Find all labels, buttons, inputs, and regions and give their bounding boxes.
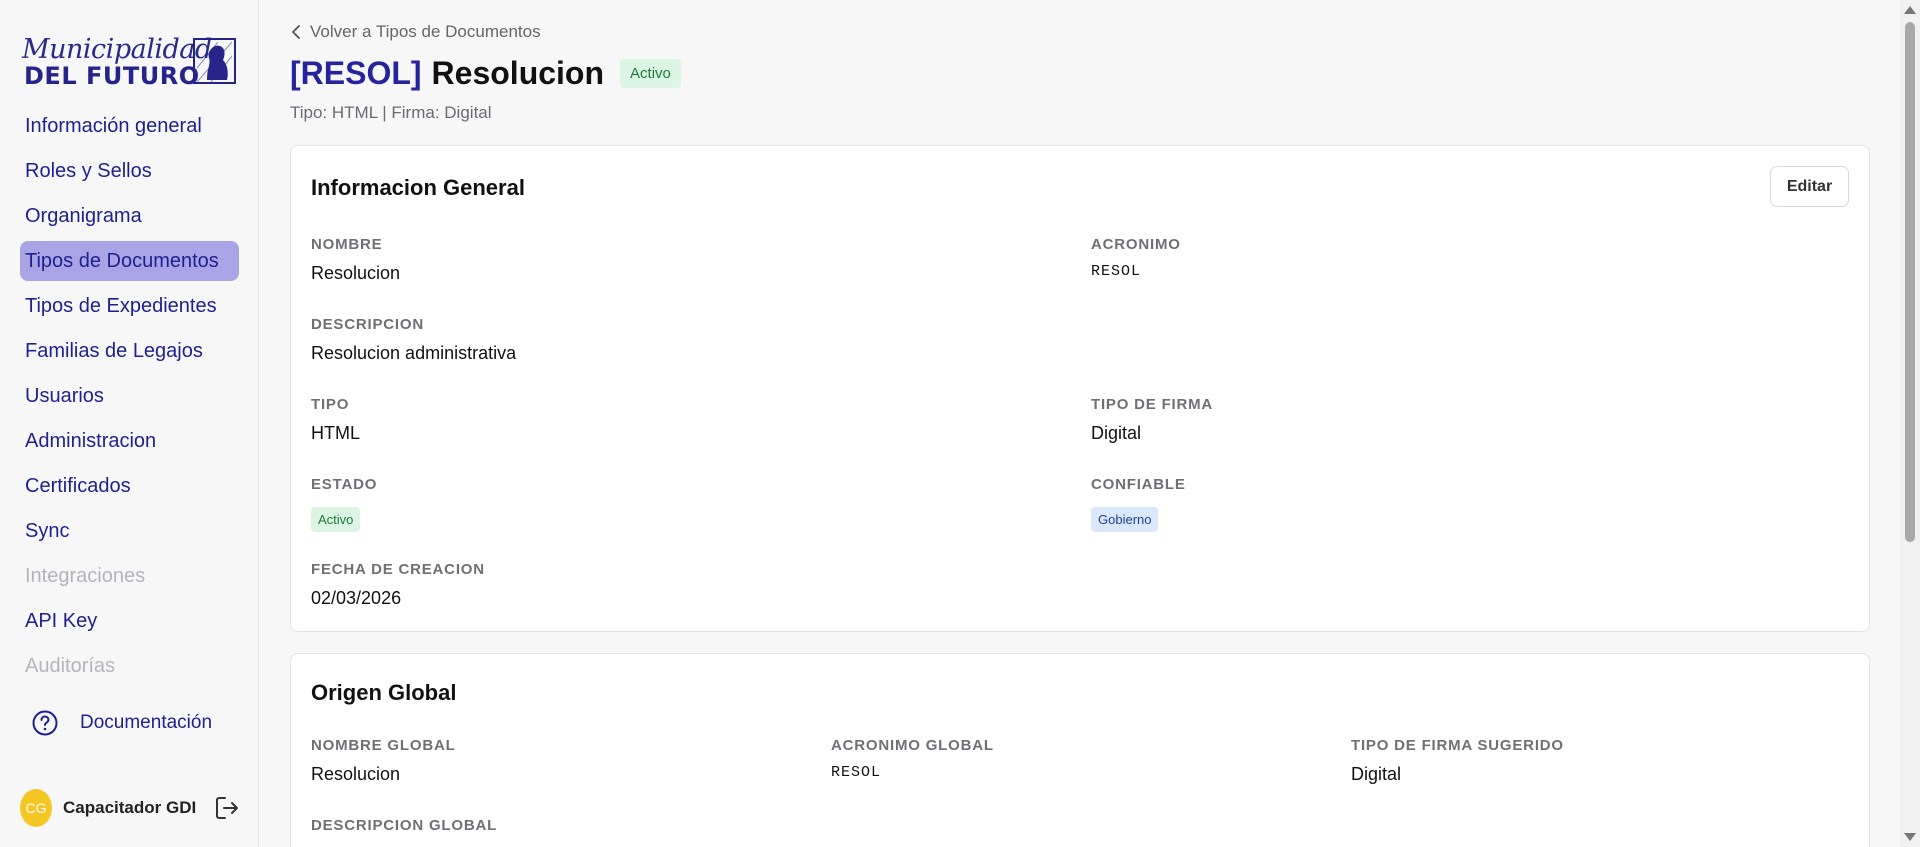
sidebar-item-tipos-de-documentos[interactable]: Tipos de Documentos: [20, 241, 239, 281]
sidebar: Municipalidad DEL FUTURO Información gen…: [0, 0, 259, 847]
sidebar-item-sync[interactable]: Sync: [20, 511, 239, 551]
field-label: DESCRIPCION: [311, 316, 424, 333]
documentation-label: Documentación: [80, 712, 213, 733]
logout-icon[interactable]: [214, 795, 240, 821]
field-descripcion-global: DESCRIPCION GLOBAL: [311, 817, 497, 834]
sidebar-item-informacion-general[interactable]: Información general: [20, 106, 239, 146]
sidebar-item-api-key[interactable]: API Key: [20, 601, 239, 641]
title-acronym: [RESOL]: [290, 55, 422, 91]
field-value: 02/03/2026: [311, 588, 402, 608]
origen-global-title: Origen Global: [311, 680, 457, 705]
sidebar-item-usuarios[interactable]: Usuarios: [20, 376, 239, 416]
scroll-thumb[interactable]: [1905, 22, 1915, 542]
field-value: RESOL: [831, 764, 882, 781]
main-content: Volver a Tipos de Documentos [RESOL] Res…: [259, 0, 1900, 847]
sidebar-item-integraciones: Integraciones: [25, 565, 146, 587]
avatar[interactable]: CG: [20, 789, 52, 827]
scroll-down-arrow[interactable]: [1904, 833, 1916, 841]
sidebar-item-familias-de-legajos[interactable]: Familias de Legajos: [20, 331, 239, 371]
back-link[interactable]: Volver a Tipos de Documentos: [291, 22, 541, 42]
sidebar-item-certificados[interactable]: Certificados: [20, 466, 239, 506]
field-tipo: TIPO HTML: [311, 396, 360, 444]
scroll-up-arrow[interactable]: [1904, 6, 1916, 14]
field-label: TIPO DE FIRMA: [1091, 396, 1214, 413]
field-acronimo: ACRONIMO RESOL: [1091, 236, 1181, 280]
field-label: NOMBRE: [311, 236, 383, 253]
field-value: Resolucion: [311, 764, 401, 784]
logo-line2: DEL FUTURO: [24, 62, 200, 90]
documentation-link[interactable]: Documentación: [32, 708, 212, 738]
sidebar-item-roles-y-sellos[interactable]: Roles y Sellos: [20, 151, 239, 191]
sidebar-item-organigrama[interactable]: Organigrama: [20, 196, 239, 236]
field-label: ACRONIMO GLOBAL: [831, 737, 994, 754]
field-label: ACRONIMO: [1091, 236, 1181, 253]
logo-line1: Municipalidad: [22, 34, 212, 65]
emblem-icon: [193, 38, 236, 84]
field-estado: ESTADO Activo: [311, 476, 377, 532]
field-tipo-firma: TIPO DE FIRMA Digital: [1091, 396, 1213, 444]
sidebar-item-tipos-de-expedientes[interactable]: Tipos de Expedientes: [20, 286, 239, 326]
title-name: Resolucion: [431, 55, 605, 91]
field-value: Digital: [1091, 423, 1142, 443]
field-label: DESCRIPCION GLOBAL: [311, 817, 498, 834]
field-label: TIPO: [311, 396, 350, 413]
sidebar-item-administracion[interactable]: Administracion: [20, 421, 239, 461]
chevron-left-icon: [292, 25, 300, 39]
confiable-badge: Gobierno: [1091, 507, 1159, 532]
user-name: Capacitador GDI: [63, 798, 197, 817]
field-nombre: NOMBRE Resolucion: [311, 236, 400, 284]
page-scrollbar[interactable]: [1900, 0, 1920, 847]
field-label: CONFIABLE: [1091, 476, 1186, 493]
field-acronimo-global: ACRONIMO GLOBAL RESOL: [831, 737, 994, 781]
general-info-title: Informacion General: [311, 175, 525, 200]
field-descripcion: DESCRIPCION Resolucion administrativa: [311, 316, 516, 364]
page-subtitle: Tipo: HTML | Firma: Digital: [290, 103, 492, 122]
municipality-logo[interactable]: Municipalidad DEL FUTURO: [20, 34, 236, 90]
status-badge: Activo: [620, 59, 681, 88]
field-label: NOMBRE GLOBAL: [311, 737, 456, 754]
sidebar-nav: Información general Roles y Sellos Organ…: [20, 106, 239, 691]
field-value: Digital: [1351, 764, 1402, 784]
general-info-card: Informacion General Editar NOMBRE Resolu…: [290, 145, 1870, 632]
field-label: ESTADO: [311, 476, 378, 493]
field-fecha-creacion: FECHA DE CREACION 02/03/2026: [311, 561, 485, 609]
field-confiable: CONFIABLE Gobierno: [1091, 476, 1186, 532]
field-label: TIPO DE FIRMA SUGERIDO: [1351, 737, 1564, 754]
field-value: Resolucion administrativa: [311, 343, 517, 363]
help-circle-icon: [32, 710, 58, 736]
field-value: Resolucion: [311, 263, 401, 283]
field-tipo-firma-sugerido: TIPO DE FIRMA SUGERIDO Digital: [1351, 737, 1564, 785]
edit-button[interactable]: Editar: [1770, 166, 1849, 207]
field-value: RESOL: [1091, 263, 1142, 280]
origen-global-card: Origen Global NOMBRE GLOBAL Resolucion A…: [290, 653, 1870, 847]
estado-badge: Activo: [311, 507, 361, 532]
user-profile: CG Capacitador GDI: [20, 788, 245, 828]
back-label: Volver a Tipos de Documentos: [310, 22, 541, 41]
page-title: [RESOL] Resolucion Activo: [290, 55, 681, 92]
field-nombre-global: NOMBRE GLOBAL Resolucion: [311, 737, 456, 785]
field-value: HTML: [311, 423, 360, 443]
field-label: FECHA DE CREACION: [311, 561, 485, 578]
sidebar-item-auditorias: Auditorías: [25, 655, 116, 677]
